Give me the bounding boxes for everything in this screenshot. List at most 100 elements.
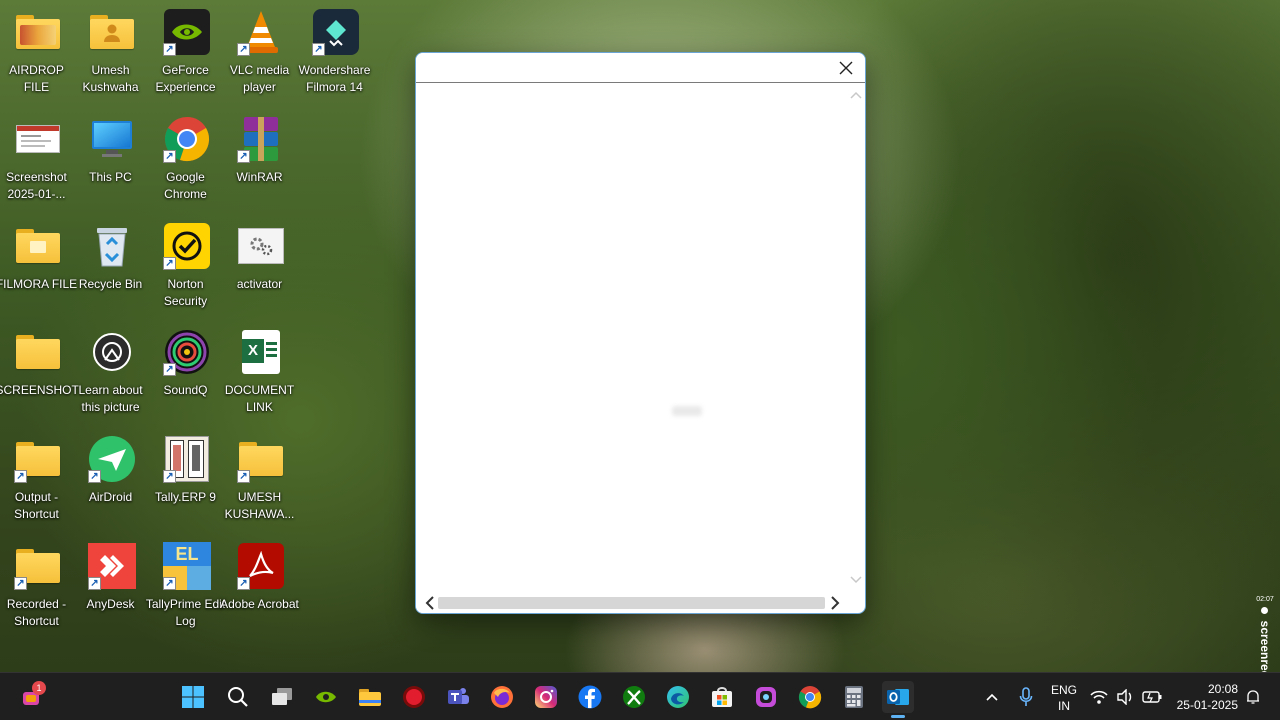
- taskbar-file-explorer[interactable]: [354, 681, 386, 713]
- desktop-icon-output-shortcut[interactable]: ↗ Output - Shortcut: [0, 435, 76, 522]
- icon-label: Wondershare Filmora 14: [298, 63, 371, 94]
- horizontal-scrollbar[interactable]: [416, 593, 847, 613]
- folder-icon: [14, 328, 62, 376]
- taskbar-copilot[interactable]: [750, 681, 782, 713]
- icon-label: SCREENSHOT: [0, 383, 79, 397]
- clock-date: 25-01-2025: [1176, 698, 1238, 712]
- icon-label: Adobe Acrobat: [220, 597, 299, 611]
- horizontal-scroll-thumb[interactable]: [438, 597, 825, 609]
- taskbar-calculator[interactable]: [838, 681, 870, 713]
- recording-timer: 02:07: [1256, 596, 1274, 603]
- taskbar-nvidia[interactable]: [310, 681, 342, 713]
- desktop-icon-umesh-kushawa[interactable]: ↗ UMESH KUSHAWA...: [223, 435, 299, 522]
- taskbar-edge[interactable]: [662, 681, 694, 713]
- desktop-icon-google-chrome[interactable]: ↗ Google Chrome: [149, 115, 225, 202]
- show-hidden-icons-button[interactable]: [978, 681, 1006, 713]
- instagram-icon: [535, 686, 557, 708]
- taskbar-teams[interactable]: [442, 681, 474, 713]
- dialog-titlebar[interactable]: [416, 53, 865, 83]
- icon-label: Learn about this picture: [78, 383, 143, 414]
- desktop-icon-vlc[interactable]: ↗ VLC media player: [223, 8, 299, 95]
- scroll-up-icon[interactable]: [850, 90, 862, 102]
- desktop-icon-norton-security[interactable]: ↗ Norton Security: [149, 222, 225, 309]
- desktop-icon-airdroid[interactable]: ↗ AirDroid: [74, 435, 150, 506]
- icon-label: Norton Security: [163, 277, 208, 308]
- taskbar-instagram[interactable]: [530, 681, 562, 713]
- microsoft-store-icon: [712, 687, 732, 707]
- desktop-icon-umesh-kushwaha[interactable]: Umesh Kushwaha: [74, 8, 150, 95]
- desktop-icon-winrar[interactable]: ↗ WinRAR: [223, 115, 299, 186]
- taskbar-firefox[interactable]: [486, 681, 518, 713]
- taskbar-chrome[interactable]: [794, 681, 826, 713]
- camera-icon: [88, 328, 136, 376]
- desktop-icon-screenshot-file[interactable]: Screenshot 2025-01-...: [0, 115, 76, 202]
- wifi-icon: [1090, 690, 1108, 704]
- desktop-icon-learn-about-picture[interactable]: Learn about this picture: [74, 328, 150, 415]
- tallyprime-icon: EL ↗: [163, 542, 211, 590]
- desktop-icon-tally-erp9[interactable]: ↗ Tally.ERP 9: [149, 435, 225, 506]
- microphone-button[interactable]: [1012, 681, 1040, 713]
- shortcut-arrow-icon: ↗: [312, 43, 325, 56]
- task-view-button[interactable]: [266, 681, 298, 713]
- gear-file-icon: [237, 222, 285, 270]
- nvidia-icon: ↗: [163, 8, 211, 56]
- scroll-down-icon[interactable]: [850, 575, 862, 587]
- quick-settings-button[interactable]: [1090, 685, 1162, 709]
- winrar-icon: ↗: [237, 115, 285, 163]
- folder-icon: ↗: [237, 435, 285, 483]
- shortcut-arrow-icon: ↗: [163, 470, 176, 483]
- desktop-icon-anydesk[interactable]: ↗ AnyDesk: [74, 542, 150, 613]
- close-icon: [839, 61, 853, 75]
- language-code: ENG: [1050, 683, 1077, 697]
- outlook-icon: [887, 689, 909, 705]
- close-button[interactable]: [833, 55, 859, 81]
- desktop-icon-activator[interactable]: activator: [223, 222, 299, 293]
- clock[interactable]: 20:08 25-01-2025: [1168, 681, 1246, 713]
- monitor-icon: [88, 115, 136, 163]
- region-code: IN: [1058, 699, 1070, 713]
- language-indicator[interactable]: ENG IN: [1046, 682, 1082, 714]
- scroll-left-icon[interactable]: [422, 595, 438, 611]
- start-button[interactable]: [177, 681, 209, 713]
- icon-label: Recorded - Shortcut: [6, 597, 67, 628]
- desktop-icon-recycle-bin[interactable]: Recycle Bin: [74, 222, 150, 293]
- shortcut-arrow-icon: ↗: [163, 150, 176, 163]
- anydesk-icon: ↗: [88, 542, 136, 590]
- dialog-content-area[interactable]: [416, 84, 847, 593]
- folder-icon: [14, 8, 62, 56]
- icon-label: Recycle Bin: [78, 277, 143, 291]
- loading-placeholder: [672, 406, 702, 416]
- taskbar-facebook[interactable]: [574, 681, 606, 713]
- desktop-icon-screenshot-folder[interactable]: SCREENSHOT: [0, 328, 79, 399]
- firefox-icon: [491, 686, 513, 708]
- taskbar-recorder[interactable]: [398, 681, 430, 713]
- battery-icon: [1142, 691, 1162, 703]
- widgets-button[interactable]: 1: [15, 681, 47, 713]
- desktop-icon-geforce-experience[interactable]: ↗ GeForce Experience: [149, 8, 225, 95]
- desktop-icon-this-pc[interactable]: This PC: [74, 115, 150, 186]
- desktop-icon-filmora-file[interactable]: FILMORA FILE: [0, 222, 77, 293]
- icon-label: UMESH KUSHAWA...: [224, 490, 295, 521]
- recycle-bin-icon: [88, 222, 136, 270]
- vertical-scrollbar[interactable]: [847, 84, 865, 593]
- notifications-button[interactable]: [1243, 681, 1263, 713]
- taskbar-microsoft-store[interactable]: [706, 681, 738, 713]
- desktop-icon-filmora[interactable]: ↗ Wondershare Filmora 14: [298, 8, 374, 95]
- notification-badge: 1: [32, 681, 46, 695]
- desktop-icon-airdrop-file[interactable]: AIRDROP FILE: [0, 8, 76, 95]
- blank-dialog-window[interactable]: [415, 52, 866, 614]
- desktop-icon-document-link[interactable]: X DOCUMENT LINK: [223, 328, 299, 415]
- taskbar-xbox[interactable]: [618, 681, 650, 713]
- icon-label: SoundQ: [163, 383, 208, 397]
- scroll-right-icon[interactable]: [827, 595, 843, 611]
- shortcut-arrow-icon: ↗: [163, 257, 176, 270]
- microphone-icon: [1019, 687, 1033, 706]
- desktop-icon-soundq[interactable]: ↗ SoundQ: [149, 328, 225, 399]
- search-button[interactable]: [222, 681, 254, 713]
- desktop-icon-adobe-acrobat[interactable]: ↗ Adobe Acrobat: [220, 542, 299, 613]
- taskbar-outlook[interactable]: [882, 681, 914, 718]
- edge-icon: [667, 686, 689, 708]
- desktop-icon-tallyprime-edit-log[interactable]: EL ↗ TallyPrime Edit Log: [146, 542, 225, 629]
- desktop-icon-recorded-shortcut[interactable]: ↗ Recorded - Shortcut: [0, 542, 76, 629]
- facebook-icon: [578, 685, 602, 709]
